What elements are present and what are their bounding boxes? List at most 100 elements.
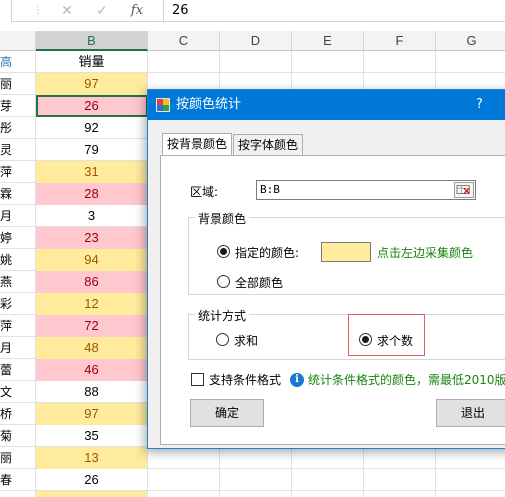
cell-a[interactable]: 月 xyxy=(0,337,36,359)
column-headers: B C D E F G xyxy=(0,31,505,51)
cell-b[interactable]: 28 xyxy=(36,183,148,205)
specified-color-radio[interactable] xyxy=(217,245,230,258)
cell-a[interactable]: 彩 xyxy=(0,293,36,315)
ok-button[interactable]: 确定 xyxy=(190,399,264,427)
empty-cell[interactable] xyxy=(364,491,436,497)
cell-a[interactable]: 丽 xyxy=(0,73,36,95)
dialog-title: 按颜色统计 xyxy=(176,97,242,112)
cell-a[interactable]: 文 xyxy=(0,381,36,403)
column-header-f[interactable]: F xyxy=(364,31,436,51)
cell-a[interactable]: 高 xyxy=(0,51,36,73)
empty-cell[interactable] xyxy=(436,447,505,469)
cell-b[interactable]: 72 xyxy=(36,315,148,337)
table-row: 高销量 xyxy=(0,51,505,73)
region-input[interactable]: B:B xyxy=(256,180,476,200)
empty-cell[interactable] xyxy=(220,51,292,73)
cell-a[interactable]: 灵 xyxy=(0,139,36,161)
region-label: 区域: xyxy=(190,185,219,199)
empty-cell[interactable] xyxy=(364,51,436,73)
dialog-title-bar[interactable]: 按颜色统计 ? xyxy=(148,90,505,120)
empty-cell[interactable] xyxy=(292,491,364,497)
empty-cell[interactable] xyxy=(148,51,220,73)
info-icon: i xyxy=(290,373,304,387)
help-button[interactable]: ? xyxy=(476,90,483,120)
cell-a[interactable]: 丽 xyxy=(0,447,36,469)
all-colors-radio[interactable] xyxy=(217,275,230,288)
cell-a[interactable]: 婷 xyxy=(0,227,36,249)
cell-b[interactable]: 3 xyxy=(36,205,148,227)
name-box[interactable] xyxy=(0,0,12,22)
cell-b[interactable]: 销量 xyxy=(36,51,148,73)
cell-b[interactable]: 94 xyxy=(36,249,148,271)
all-colors-label: 全部颜色 xyxy=(235,276,284,290)
empty-cell[interactable] xyxy=(364,447,436,469)
cell-b[interactable]: 97 xyxy=(36,73,148,95)
cell-a[interactable]: 彤 xyxy=(0,117,36,139)
cell-b[interactable]: 31 xyxy=(36,161,148,183)
cell-b[interactable]: 97 xyxy=(36,403,148,425)
empty-cell[interactable] xyxy=(220,491,292,497)
cell-a[interactable]: 姚 xyxy=(0,249,36,271)
cell-a[interactable]: 芽 xyxy=(0,95,36,117)
empty-cell[interactable] xyxy=(292,469,364,491)
empty-cell[interactable] xyxy=(436,491,505,497)
cell-b[interactable]: 92 xyxy=(36,117,148,139)
cell-a[interactable]: 月 xyxy=(0,205,36,227)
cell-b[interactable]: 23 xyxy=(36,227,148,249)
cell-b[interactable]: 79 xyxy=(36,139,148,161)
empty-cell[interactable] xyxy=(364,469,436,491)
column-header-c[interactable]: C xyxy=(148,31,220,51)
column-header-e[interactable]: E xyxy=(292,31,364,51)
tab-font-color[interactable]: 按字体颜色 xyxy=(233,134,303,156)
tab-background-color[interactable]: 按背景颜色 xyxy=(162,133,232,156)
column-header-a[interactable] xyxy=(0,31,36,51)
cell-a[interactable]: 霖 xyxy=(0,183,36,205)
cell-b[interactable]: 35 xyxy=(36,425,148,447)
column-header-d[interactable]: D xyxy=(220,31,292,51)
pick-color-hint: 点击左边采集颜色 xyxy=(377,246,474,260)
insert-function-icon[interactable]: fx xyxy=(128,0,146,22)
cell-b[interactable]: 48 xyxy=(36,337,148,359)
empty-cell[interactable] xyxy=(220,469,292,491)
cell-b[interactable]: 12 xyxy=(36,293,148,315)
color-picker-swatch[interactable] xyxy=(321,242,371,262)
empty-cell[interactable] xyxy=(148,447,220,469)
stat-method-group-title: 统计方式 xyxy=(195,307,250,324)
cell-b[interactable] xyxy=(36,491,148,497)
enter-icon[interactable]: ✓ xyxy=(93,0,111,22)
cell-a[interactable]: 菊 xyxy=(0,425,36,447)
more-icon[interactable]: ⋮ xyxy=(31,0,45,22)
table-row: 丽 13 xyxy=(0,447,505,469)
conditional-format-checkbox[interactable] xyxy=(191,373,204,386)
exit-button[interactable]: 退出 xyxy=(436,399,505,427)
cell-a[interactable]: 萍 xyxy=(0,315,36,337)
empty-cell[interactable] xyxy=(436,51,505,73)
cell-b[interactable]: 26 xyxy=(36,95,148,117)
cell-b[interactable]: 13 xyxy=(36,447,148,469)
range-select-icon[interactable] xyxy=(454,182,474,198)
cancel-icon[interactable]: ✕ xyxy=(58,0,76,22)
cell-b[interactable]: 86 xyxy=(36,271,148,293)
cell-a[interactable]: 春 xyxy=(0,469,36,491)
empty-cell[interactable] xyxy=(148,491,220,497)
cell-b[interactable]: 88 xyxy=(36,381,148,403)
column-header-g[interactable]: G xyxy=(436,31,505,51)
specified-color-label: 指定的颜色: xyxy=(235,246,300,260)
empty-cell[interactable] xyxy=(436,469,505,491)
cell-a[interactable]: 燕 xyxy=(0,271,36,293)
cell-a[interactable]: 桥 xyxy=(0,403,36,425)
formula-input[interactable]: 26 xyxy=(172,0,189,22)
cell-b[interactable]: 26 xyxy=(36,469,148,491)
empty-cell[interactable] xyxy=(220,447,292,469)
cell-a[interactable]: 萍 xyxy=(0,161,36,183)
app-icon xyxy=(156,98,170,112)
sum-radio[interactable] xyxy=(216,333,229,346)
cell-b[interactable]: 46 xyxy=(36,359,148,381)
count-radio[interactable] xyxy=(359,333,372,346)
empty-cell[interactable] xyxy=(292,447,364,469)
empty-cell[interactable] xyxy=(292,51,364,73)
cell-a[interactable]: 蕾 xyxy=(0,359,36,381)
empty-cell[interactable] xyxy=(148,469,220,491)
column-header-b[interactable]: B xyxy=(36,31,148,51)
cell-a[interactable] xyxy=(0,491,36,497)
